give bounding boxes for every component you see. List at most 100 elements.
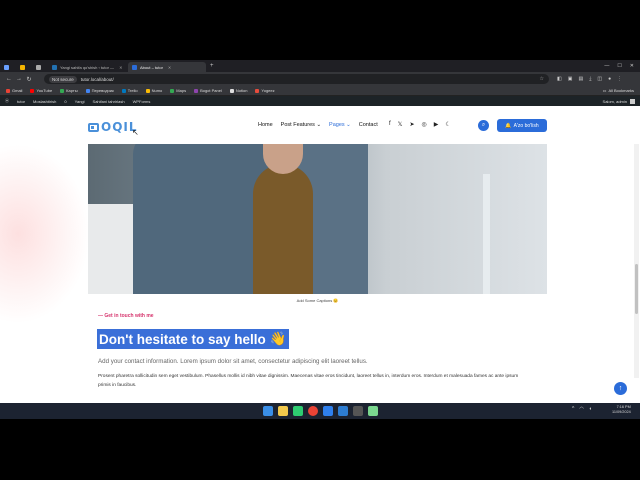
url-field[interactable]: Not secure tutor.local/about/ ☆ [44, 74, 549, 84]
reload-icon[interactable]: ↻ [24, 76, 34, 83]
close-icon[interactable]: ✕ [168, 65, 171, 70]
bottom-letterbox [0, 419, 640, 480]
panel-icon [194, 88, 199, 93]
gmail-icon [6, 88, 10, 93]
bell-icon: 🔔 [505, 122, 512, 129]
telegram-icon[interactable]: ➤ [410, 121, 415, 128]
browser-tab[interactable] [16, 62, 32, 72]
window-controls: — ☐ ✕ [604, 63, 640, 69]
back-icon[interactable]: ← [4, 76, 14, 82]
bookmark-label: Numo [151, 88, 163, 93]
subscribe-button[interactable]: 🔔 A'zo bo'lish [497, 119, 547, 132]
bookmark[interactable]: Trello [121, 88, 138, 93]
wp-new[interactable]: Yangi [75, 99, 85, 104]
close-icon[interactable]: ✕ [119, 65, 122, 70]
wp-admin-bar: ⓦ tutor Moslashtirish 0 Yangi Sahifani t… [0, 96, 640, 106]
tab-favicon [52, 64, 57, 70]
site-logo[interactable]: OQIL [88, 120, 138, 134]
yogeez-icon [255, 88, 260, 93]
folder-icon: ▭ [602, 88, 607, 93]
bookmark[interactable]: YouTube [30, 88, 52, 93]
bookmark-label: Bogot Panel [200, 88, 222, 93]
numo-icon [145, 88, 150, 93]
bookmark-label: Notion [235, 88, 248, 93]
dark-mode-icon[interactable]: ☾ [445, 121, 450, 128]
menu-item-home[interactable]: Home [258, 122, 273, 128]
maps-icon [60, 88, 65, 93]
bookmark[interactable]: Yogeez [255, 88, 275, 93]
wp-customize[interactable]: Moslashtirish [33, 99, 56, 104]
browser-tab-active[interactable]: About – tutor ✕ [128, 62, 206, 72]
wp-comments[interactable]: 0 [64, 99, 66, 104]
bookmark-label: Gmail [12, 88, 23, 93]
bookmark[interactable]: Карты [60, 88, 78, 93]
wp-site-name[interactable]: tutor [17, 99, 25, 104]
tab-favicon [20, 64, 25, 70]
translate-icon [85, 88, 90, 93]
split-icon[interactable]: ◫ [597, 76, 602, 82]
menu-item-contact[interactable]: Contact [359, 122, 378, 128]
forward-icon[interactable]: → [14, 76, 24, 82]
bookmark-label: Yogeez [261, 88, 275, 93]
all-bookmarks[interactable]: ▭ All Bookmarks [603, 88, 634, 93]
bookmark[interactable]: Numo [145, 88, 163, 93]
tab-favicon [4, 64, 9, 70]
notion-icon [229, 88, 234, 93]
menu-icon[interactable]: ⋮ [617, 76, 622, 82]
social-links: f 𝕏 ➤ ◎ ▶ ☾ [389, 121, 451, 128]
screen: Yangi sahifa qo'shish ‹ tutor — ✕ About –… [0, 60, 640, 419]
maps-icon [170, 88, 175, 93]
maximize-icon[interactable]: ☐ [617, 63, 621, 69]
menu-item-pages[interactable]: Pages ⌄ [329, 122, 351, 128]
bookmark-label: Переводчик [91, 88, 114, 93]
trello-icon [121, 88, 126, 93]
browser-tab[interactable] [0, 62, 16, 72]
tab-favicon [36, 64, 41, 70]
bookmark[interactable]: Maps [170, 88, 186, 93]
facebook-icon[interactable]: f [389, 121, 391, 128]
youtube-icon [30, 88, 35, 93]
logo-icon [88, 122, 99, 132]
main-menu: Home Post Features ⌄ Pages ⌄ Contact [258, 122, 378, 128]
wp-account[interactable]: Salom, admin [602, 98, 635, 104]
extensions-area: ◧ ▣ ▤ ⤓ ◫ ● ⋮ [557, 76, 622, 82]
subscribe-label: A'zo bo'lish [513, 122, 539, 129]
bookmark-label: Maps [176, 88, 187, 93]
close-window-icon[interactable]: ✕ [630, 63, 634, 69]
new-tab-button[interactable]: + [210, 63, 214, 69]
wp-wpforms[interactable]: WPForms [133, 99, 151, 104]
tab-title: Yangi sahifa qo'shish ‹ tutor — [60, 64, 115, 70]
bookmark-label: All Bookmarks [608, 88, 634, 93]
avatar [630, 98, 635, 104]
menu-item-post-features[interactable]: Post Features ⌄ [281, 122, 321, 128]
bookmark[interactable]: Notion [229, 88, 248, 93]
profile-icon[interactable]: ● [608, 76, 611, 82]
sidepanel-icon[interactable]: ▤ [578, 76, 583, 82]
instagram-icon[interactable]: ◎ [422, 121, 427, 128]
search-icon[interactable]: ⌕ [478, 120, 489, 131]
browser-tab-strip: Yangi sahifa qo'shish ‹ tutor — ✕ About –… [0, 60, 640, 72]
extension-icon[interactable]: ▣ [568, 76, 573, 82]
wp-edit-page[interactable]: Sahifani tahrirlash [93, 99, 125, 104]
top-letterbox [0, 0, 640, 60]
browser-tab[interactable]: Yangi sahifa qo'shish ‹ tutor — ✕ [48, 62, 128, 72]
bookmark-star-icon[interactable]: ☆ [540, 76, 544, 82]
youtube-icon[interactable]: ▶ [434, 121, 439, 128]
bookmarks-bar: Gmail YouTube Карты Переводчик Trello Nu… [0, 86, 640, 96]
bookmark-label: Карты [66, 88, 78, 93]
address-bar: ← → ↻ Not secure tutor.local/about/ ☆ ◧ … [0, 72, 640, 86]
wp-greeting: Salom, admin [602, 98, 627, 104]
bookmark[interactable]: Gmail [6, 88, 22, 93]
download-icon[interactable]: ⤓ [589, 76, 591, 82]
tab-title: About – tutor [140, 64, 163, 70]
security-chip[interactable]: Not secure [49, 75, 77, 83]
wordpress-icon[interactable]: ⓦ [5, 98, 9, 104]
bookmark-label: Trello [127, 88, 138, 93]
browser-tab[interactable] [32, 62, 48, 72]
x-twitter-icon[interactable]: 𝕏 [398, 121, 403, 128]
url-text: tutor.local/about/ [80, 76, 114, 82]
extension-icon[interactable]: ◧ [557, 76, 562, 82]
minimize-icon[interactable]: — [604, 63, 609, 69]
bookmark[interactable]: Bogot Panel [194, 88, 222, 93]
bookmark[interactable]: Переводчик [85, 88, 114, 93]
